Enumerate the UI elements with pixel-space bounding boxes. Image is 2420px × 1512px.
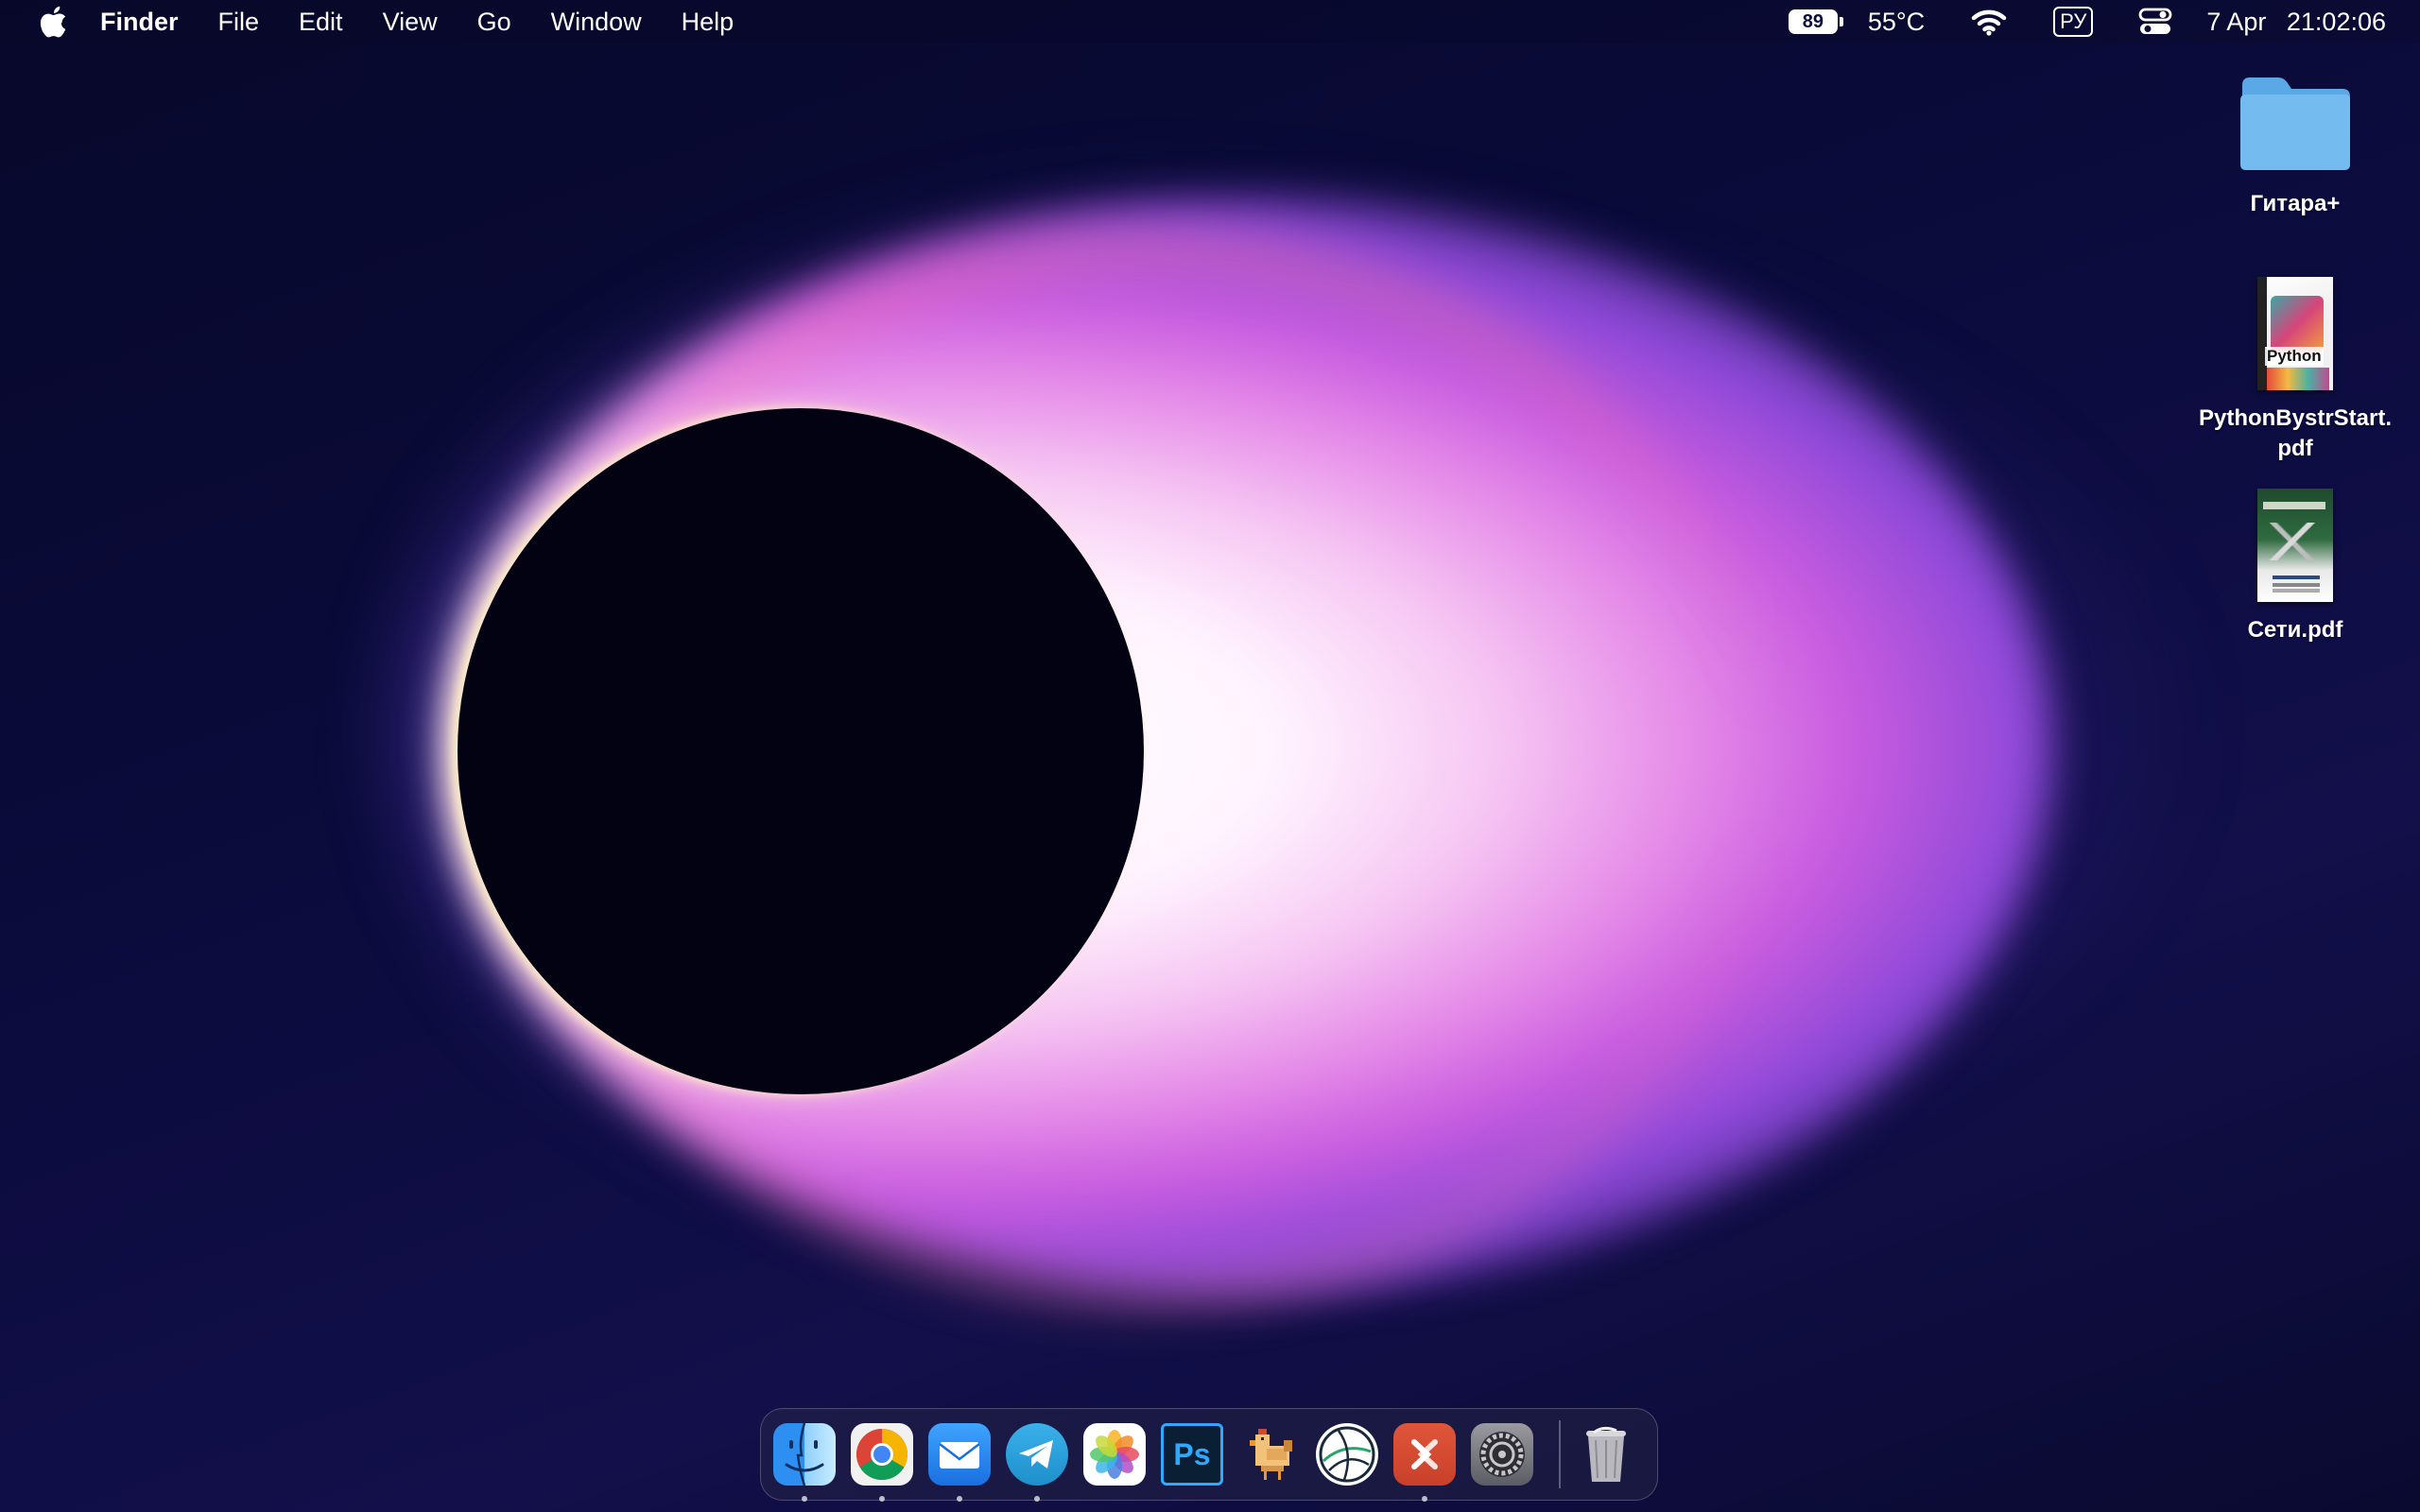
clock[interactable]: 7 Apr 21:02:06 bbox=[2193, 8, 2386, 37]
desktop-item-label: Гитара+ bbox=[2250, 191, 2341, 216]
desktop[interactable]: Finder File Edit View Go Window Help 89 … bbox=[0, 0, 2420, 1512]
wallpaper-eclipse-disc bbox=[458, 408, 1144, 1094]
photoshop-label: Ps bbox=[1173, 1436, 1211, 1471]
running-indicator bbox=[879, 1496, 885, 1502]
dock-trash[interactable] bbox=[1574, 1422, 1638, 1486]
dock-remote-desktop[interactable] bbox=[1392, 1422, 1457, 1502]
pdf-thumbnail-icon: Python bbox=[2257, 277, 2333, 390]
dock-photos[interactable] bbox=[1082, 1422, 1147, 1486]
desktop-item-python-pdf[interactable]: Python PythonBystrStart. pdf bbox=[2182, 277, 2409, 464]
dock-network-app[interactable] bbox=[1315, 1422, 1379, 1486]
menu-app-name[interactable]: Finder bbox=[100, 8, 179, 37]
running-indicator bbox=[1422, 1496, 1427, 1502]
running-indicator bbox=[1034, 1496, 1040, 1502]
control-center-icon[interactable] bbox=[2138, 8, 2172, 36]
apple-logo-icon[interactable] bbox=[34, 0, 72, 43]
pdf-thumbnail-icon bbox=[2257, 489, 2333, 602]
menu-help[interactable]: Help bbox=[682, 8, 735, 37]
settings-gear-icon bbox=[1471, 1423, 1533, 1486]
input-language-indicator[interactable]: РУ bbox=[2053, 7, 2094, 37]
globe-icon bbox=[1316, 1423, 1378, 1486]
photoshop-icon: Ps bbox=[1161, 1423, 1223, 1486]
finder-icon bbox=[773, 1423, 836, 1486]
dock-chrome[interactable] bbox=[850, 1422, 914, 1502]
dock-telegram[interactable] bbox=[1005, 1422, 1069, 1502]
desktop-item-guitar-folder[interactable]: Гитара+ bbox=[2182, 72, 2409, 219]
menu-edit[interactable]: Edit bbox=[299, 8, 343, 37]
mail-icon bbox=[928, 1423, 991, 1486]
chrome-icon bbox=[851, 1423, 913, 1486]
clock-date: 7 Apr bbox=[2206, 7, 2267, 36]
dock-photoshop[interactable]: Ps bbox=[1160, 1422, 1224, 1486]
dock: Ps bbox=[760, 1408, 1658, 1502]
menu-bar: Finder File Edit View Go Window Help 89 … bbox=[0, 0, 2420, 43]
remote-desktop-icon bbox=[1393, 1423, 1456, 1486]
running-indicator bbox=[957, 1496, 962, 1502]
telegram-icon bbox=[1006, 1423, 1068, 1486]
dock-game[interactable] bbox=[1237, 1422, 1302, 1486]
chicken-pixel-icon bbox=[1238, 1423, 1301, 1486]
dock-separator bbox=[1559, 1420, 1561, 1488]
temperature-readout[interactable]: 55°C bbox=[1868, 8, 1925, 37]
desktop-item-label: Сети.pdf bbox=[2247, 617, 2343, 643]
folder-icon bbox=[2237, 72, 2354, 176]
desktop-item-label: PythonBystrStart. pdf bbox=[2198, 405, 2393, 461]
menu-go[interactable]: Go bbox=[477, 8, 511, 37]
running-indicator bbox=[802, 1496, 807, 1502]
trash-icon bbox=[1575, 1423, 1637, 1486]
menu-window[interactable]: Window bbox=[551, 8, 642, 37]
battery-percent: 89 bbox=[1788, 9, 1838, 34]
dock-system-settings[interactable] bbox=[1470, 1422, 1534, 1486]
dock-finder[interactable] bbox=[772, 1422, 837, 1502]
menu-file[interactable]: File bbox=[218, 8, 260, 37]
wifi-icon[interactable] bbox=[1970, 7, 2008, 37]
battery-indicator[interactable]: 89 bbox=[1788, 9, 1843, 34]
clock-time: 21:02:06 bbox=[2286, 7, 2386, 36]
menu-view[interactable]: View bbox=[383, 8, 438, 37]
battery-tip-icon bbox=[1839, 17, 1843, 26]
photos-icon bbox=[1083, 1423, 1146, 1486]
desktop-item-networks-pdf[interactable]: Сети.pdf bbox=[2182, 489, 2409, 645]
dock-mail[interactable] bbox=[927, 1422, 992, 1502]
